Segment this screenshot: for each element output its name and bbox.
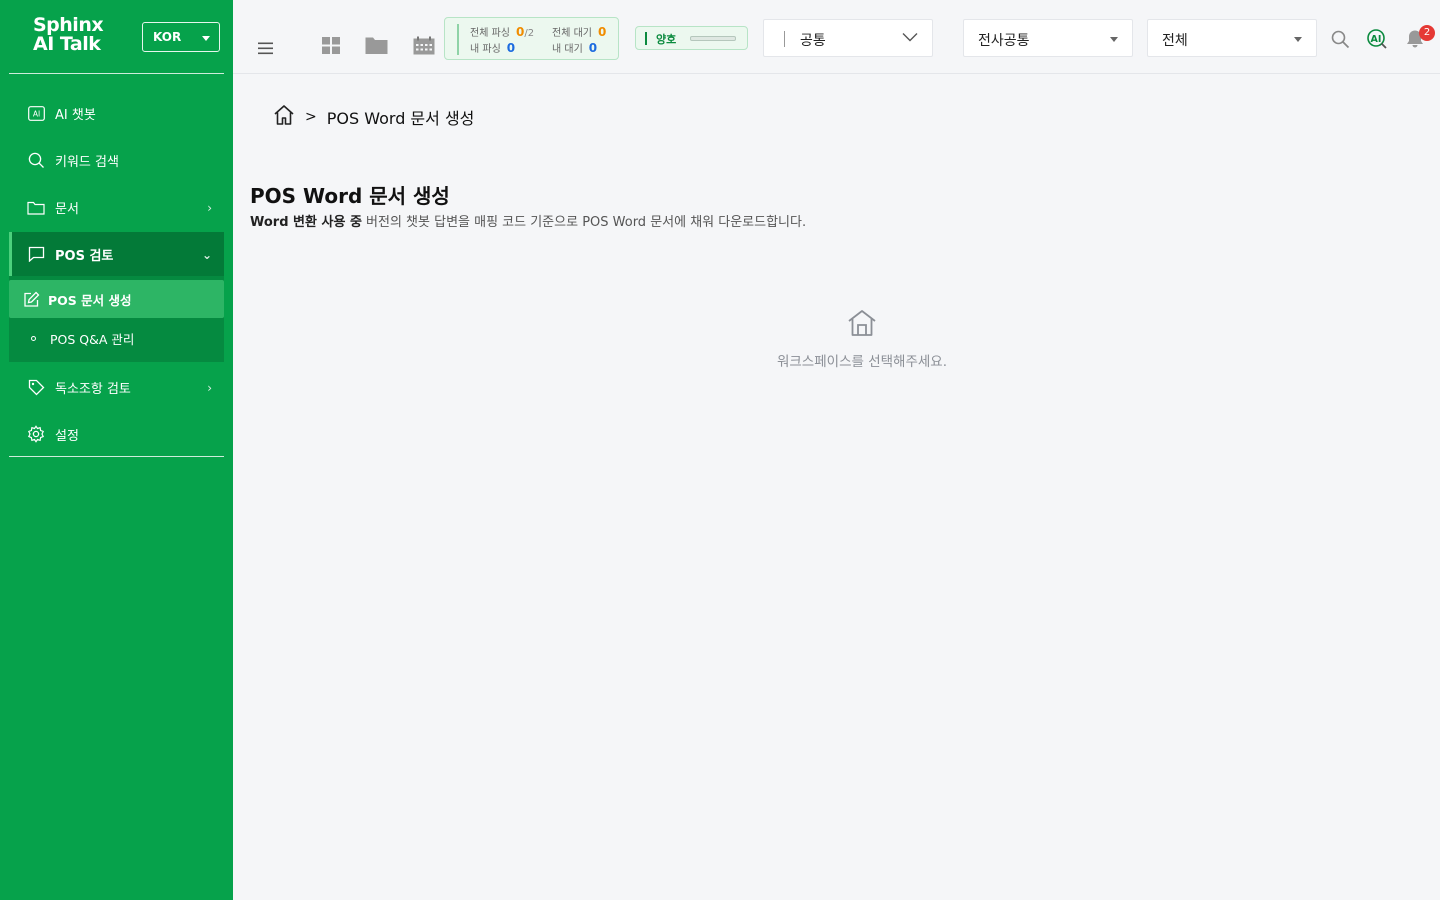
sidebar-item-pos-review[interactable]: POS 검토 ⌄: [9, 232, 224, 276]
total-wait-stat: 전체 대기 0: [552, 25, 607, 39]
ai-assistant-icon[interactable]: AI: [1366, 28, 1388, 54]
my-wait-stat: 내 대기 0: [552, 41, 598, 55]
home-icon[interactable]: [273, 104, 295, 130]
svg-text:AI: AI: [32, 109, 39, 118]
chat-icon: [27, 245, 45, 263]
chevron-down-icon: ⌄: [201, 248, 212, 262]
sidebar-divider: [9, 456, 224, 457]
brand-area: Sphinx AI Talk KOR: [9, 0, 224, 74]
bullet-icon: [31, 335, 36, 341]
status-accent-bar: [457, 24, 459, 55]
sidebar-item-settings[interactable]: 설정: [9, 412, 224, 456]
top-bar: 전체 파싱 0 /2 내 파싱 0 전체 대기 0 내 대기 0 양호 공통 전…: [233, 0, 1440, 74]
folder-icon[interactable]: [365, 36, 388, 59]
notification-badge: 2: [1419, 25, 1435, 41]
health-accent-bar: [645, 32, 647, 45]
edit-icon: [23, 291, 40, 308]
submenu-item-pos-doc-create[interactable]: POS 문서 생성: [9, 280, 224, 318]
breadcrumb-current: POS Word 문서 생성: [326, 109, 475, 128]
page-description: Word 변환 사용 중 버전의 챗봇 답변을 매핑 코드 기준으로 POS W…: [250, 211, 806, 230]
total-parse-stat: 전체 파싱 0 /2: [470, 25, 535, 39]
ai-icon: AI: [27, 104, 45, 122]
empty-state-message: 워크스페이스를 선택해주세요.: [776, 354, 948, 370]
grid-icon[interactable]: [322, 36, 341, 59]
gear-icon: [27, 425, 45, 443]
search-icon: [27, 151, 45, 169]
chevron-right-icon: ›: [207, 201, 212, 215]
page-title: POS Word 문서 생성: [250, 184, 450, 208]
my-parse-stat: 내 파싱 0: [470, 41, 516, 55]
caret-down-icon: [1110, 37, 1118, 42]
category-select[interactable]: 공통: [763, 19, 933, 57]
empty-state: 워크스페이스를 선택해주세요.: [762, 308, 962, 370]
breadcrumb-separator: >: [305, 109, 317, 125]
language-select[interactable]: KOR: [142, 22, 220, 52]
caret-down-icon: [1294, 37, 1302, 42]
search-icon[interactable]: [1331, 30, 1350, 53]
sidebar: Sphinx AI Talk KOR AI AI 챗봇 키워드 검색 문서 › …: [0, 0, 233, 900]
select-divider: [784, 31, 785, 47]
chevron-down-icon: [902, 30, 918, 46]
page-description-highlight: Word 변환 사용 중: [250, 215, 362, 230]
sidebar-item-documents[interactable]: 문서 ›: [9, 185, 224, 229]
menu-icon[interactable]: [258, 40, 273, 59]
breadcrumb: > POS Word 문서 생성: [273, 104, 474, 130]
submenu-item-pos-qa[interactable]: POS Q&A 관리: [9, 319, 224, 357]
page-description-text: 버전의 챗봇 답변을 매핑 코드 기준으로 POS Word 문서에 채워 다운…: [361, 215, 807, 230]
sidebar-item-toxic-clause[interactable]: 독소조항 검토 ›: [9, 365, 224, 409]
scope-select[interactable]: 전체: [1147, 19, 1317, 57]
calendar-icon[interactable]: [413, 36, 435, 59]
workspace-icon: [762, 308, 962, 342]
sidebar-item-ai-chatbot[interactable]: AI AI 챗봇: [9, 91, 224, 135]
svg-text:AI: AI: [1371, 34, 1382, 45]
caret-down-icon: [202, 36, 210, 41]
health-meter: [690, 36, 736, 41]
parsing-status-panel: 전체 파싱 0 /2 내 파싱 0 전체 대기 0 내 대기 0: [444, 17, 619, 60]
company-select[interactable]: 전사공통: [963, 19, 1133, 57]
tag-icon: [27, 378, 45, 396]
system-health-indicator: 양호: [635, 26, 748, 50]
app-logo[interactable]: Sphinx AI Talk: [33, 16, 104, 54]
sidebar-item-keyword-search[interactable]: 키워드 검색: [9, 138, 224, 182]
folder-icon: [27, 198, 45, 216]
chevron-right-icon: ›: [207, 381, 212, 395]
